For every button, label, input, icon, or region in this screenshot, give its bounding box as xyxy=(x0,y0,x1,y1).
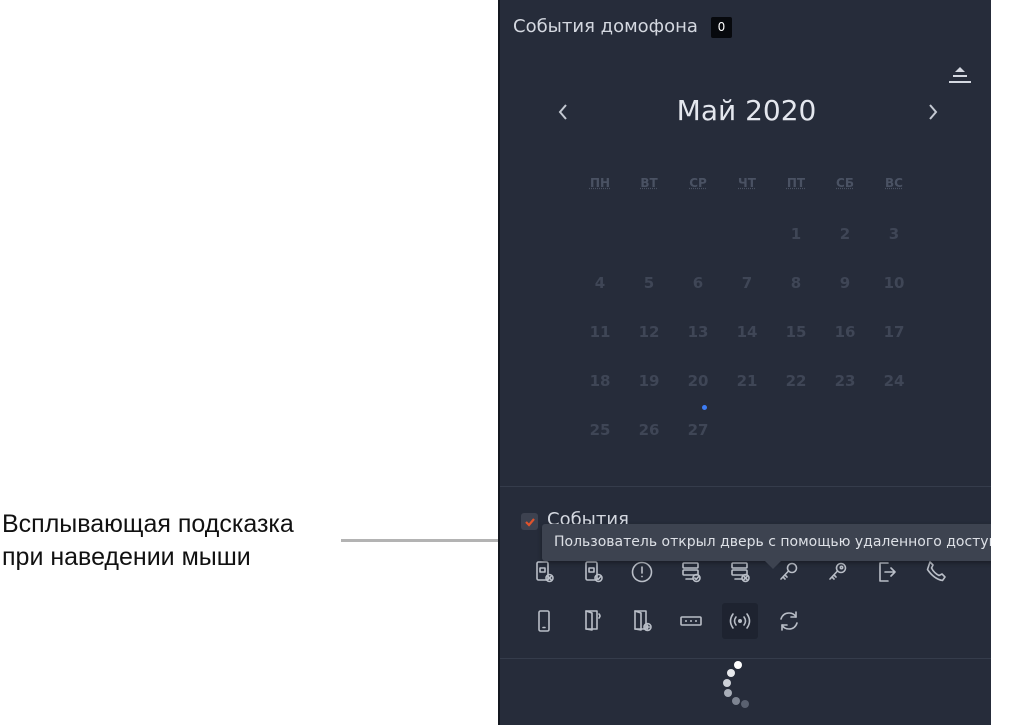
calendar-day[interactable]: 1 xyxy=(776,225,816,243)
month-title: Май 2020 xyxy=(676,94,817,127)
calendar-day[interactable]: 21 xyxy=(727,372,767,390)
annotation-text: Всплывающая подсказка при наведении мыши xyxy=(2,508,342,574)
weekday-label: СР xyxy=(689,176,707,190)
calendar-day[interactable]: 25 xyxy=(580,421,620,439)
phone-icon xyxy=(926,561,946,582)
calendar-day[interactable]: 5 xyxy=(629,274,669,292)
separator xyxy=(500,486,991,487)
key-outline-icon xyxy=(829,562,847,580)
calendar-day[interactable]: 8 xyxy=(776,274,816,292)
chevron-left-icon xyxy=(558,104,567,120)
calendar-day[interactable]: 12 xyxy=(629,323,669,341)
calendar-day[interactable]: 15 xyxy=(776,323,816,341)
calendar-day[interactable]: 13 xyxy=(678,323,718,341)
calendar-day[interactable]: 11 xyxy=(580,323,620,341)
server-reject-icon xyxy=(731,562,750,583)
intercom-events-panel: События домофона 0 Май 2020 ПН ВТ СР ЧТ ПТ СБ… xyxy=(498,0,991,725)
calendar-day[interactable]: 3 xyxy=(874,225,914,243)
calendar-day[interactable]: 27 xyxy=(678,421,718,439)
events-checkbox[interactable] xyxy=(521,513,538,530)
card-reject-icon xyxy=(536,561,554,583)
calendar-day[interactable]: 24 xyxy=(874,372,914,390)
filter-sync-button[interactable] xyxy=(771,603,807,639)
calendar-day[interactable]: 10 xyxy=(874,274,914,292)
weekday-label: СБ xyxy=(836,176,854,190)
calendar-day[interactable]: 22 xyxy=(776,372,816,390)
tooltip-arrow xyxy=(765,561,781,569)
calendar-day[interactable]: 2 xyxy=(825,225,865,243)
next-month-button[interactable] xyxy=(920,96,946,128)
panel-title: События домофона xyxy=(513,16,698,37)
events-count-badge: 0 xyxy=(711,17,732,38)
annotation-line-1: Всплывающая подсказка xyxy=(2,510,294,538)
check-icon xyxy=(524,517,535,527)
event-marker-dot xyxy=(702,405,707,410)
calendar-day[interactable]: 7 xyxy=(727,274,767,292)
filter-mobile-button[interactable] xyxy=(526,603,562,639)
collapse-button[interactable] xyxy=(946,62,974,88)
calendar-day[interactable]: 26 xyxy=(629,421,669,439)
chevron-right-icon xyxy=(929,104,938,120)
calendar-day[interactable]: 20 xyxy=(678,372,718,390)
filter-keypad-button[interactable] xyxy=(673,603,709,639)
loading-spinner-icon xyxy=(723,661,749,708)
mobile-icon xyxy=(538,610,550,632)
calendar-day[interactable]: 16 xyxy=(825,323,865,341)
remote-access-icon xyxy=(729,613,751,629)
filter-door-open-button[interactable] xyxy=(575,603,611,639)
calendar-day[interactable]: 19 xyxy=(629,372,669,390)
door-open-icon xyxy=(585,610,601,631)
filter-door-add-button[interactable] xyxy=(624,603,660,639)
calendar-day[interactable]: 18 xyxy=(580,372,620,390)
calendar-day[interactable]: 23 xyxy=(825,372,865,390)
weekday-label: ПТ xyxy=(786,176,806,190)
calendar-day[interactable]: 14 xyxy=(727,323,767,341)
keypad-icon xyxy=(680,616,702,626)
door-add-icon xyxy=(634,610,652,632)
weekday-label: ЧТ xyxy=(738,176,756,190)
weekday-label: ПН xyxy=(589,176,611,190)
server-accept-icon xyxy=(682,562,701,583)
tooltip: Пользователь открыл дверь с помощью удал… xyxy=(542,524,991,561)
card-accept-icon xyxy=(585,561,603,583)
weekday-label: ВТ xyxy=(640,176,658,190)
calendar-day[interactable]: 6 xyxy=(678,274,718,292)
weekday-label: ВС xyxy=(885,176,903,190)
prev-month-button[interactable] xyxy=(550,96,576,128)
calendar-day[interactable]: 4 xyxy=(580,274,620,292)
collapse-icon xyxy=(949,67,971,83)
calendar-day[interactable]: 17 xyxy=(874,323,914,341)
exit-icon xyxy=(879,562,896,582)
sync-icon xyxy=(780,611,798,631)
calendar-day[interactable]: 9 xyxy=(825,274,865,292)
annotation-line-2: при наведении мыши xyxy=(2,543,251,571)
separator xyxy=(500,658,991,659)
filter-remote-access-button[interactable] xyxy=(722,603,758,639)
alert-icon xyxy=(631,561,653,583)
